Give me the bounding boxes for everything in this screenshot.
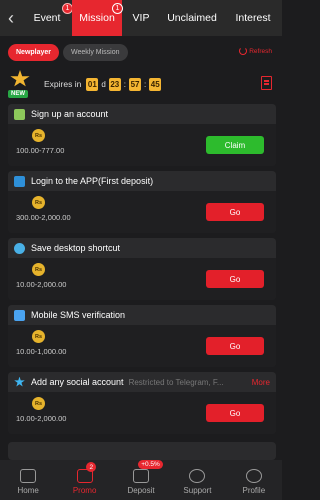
- mission-reward: 300.00-2,000.00: [16, 213, 71, 222]
- go-button[interactable]: Go: [206, 337, 264, 355]
- nav-deposit[interactable]: +0.5% Deposit: [113, 460, 169, 500]
- mission-subtitle: Restricted to Telegram, F...: [128, 377, 224, 387]
- mission-reward: 10.00-1,000.00: [16, 347, 67, 356]
- refresh-button[interactable]: Refresh: [239, 47, 272, 55]
- timer-days: 01: [86, 77, 99, 91]
- timer-seconds: 45: [149, 77, 162, 91]
- refresh-icon: [239, 47, 248, 55]
- star-icon: [14, 376, 25, 387]
- document-icon[interactable]: [261, 76, 272, 90]
- timer-minutes: 57: [129, 77, 142, 91]
- mission-card-social-account: Add any social account Restricted to Tel…: [8, 372, 276, 434]
- tab-interest[interactable]: Interest: [224, 0, 282, 36]
- coin-icon: Rs: [32, 129, 45, 142]
- nav-deposit-bonus: +0.5%: [138, 460, 163, 469]
- expiry-bar: NEW Expires in 01 d 23 : 57 : 45: [6, 70, 274, 98]
- top-nav: ‹ Event 1 Mission 1 VIP Unclaimed Intere…: [0, 0, 282, 36]
- mission-reward: 10.00-2,000.00: [16, 414, 67, 423]
- bottom-nav: Home 2 Promo +0.5% Deposit Support Profi…: [0, 460, 282, 500]
- sub-tabs: Newplayer Weekly Mission: [8, 44, 128, 61]
- tab-label: Mission: [79, 12, 115, 24]
- timer-separator: :: [144, 79, 147, 89]
- tab-label: Interest: [235, 12, 271, 24]
- nav-badge: 2: [86, 462, 97, 472]
- tab-label: VIP: [132, 12, 150, 24]
- timer-day-unit: d: [101, 79, 106, 89]
- mission-title: Mobile SMS verification: [31, 310, 126, 320]
- mission-title: Sign up an account: [31, 109, 109, 119]
- mission-card-partial: [8, 442, 276, 460]
- back-arrow-icon[interactable]: ‹: [0, 0, 22, 36]
- timer-separator: :: [123, 79, 127, 89]
- signup-icon: [14, 108, 25, 120]
- coin-icon: Rs: [32, 263, 45, 276]
- new-badge-icon: NEW: [6, 70, 36, 98]
- user-icon: [245, 469, 262, 483]
- tab-bar: Event 1 Mission 1 VIP Unclaimed Interest: [22, 0, 282, 36]
- tab-vip[interactable]: VIP: [122, 0, 160, 36]
- coin-icon: Rs: [32, 397, 45, 410]
- tab-label: Event: [33, 12, 61, 24]
- globe-icon: [14, 242, 25, 254]
- nav-profile[interactable]: Profile: [226, 460, 282, 500]
- home-icon: [20, 469, 37, 483]
- claim-button[interactable]: Claim: [206, 136, 264, 154]
- more-link[interactable]: More: [252, 378, 270, 387]
- new-badge-label: NEW: [8, 90, 28, 98]
- subtab-weekly-mission[interactable]: Weekly Mission: [63, 44, 128, 61]
- go-button[interactable]: Go: [206, 203, 264, 221]
- mission-card-signup: Sign up an account Rs 100.00-777.00 Clai…: [8, 104, 276, 166]
- mission-title: Save desktop shortcut: [31, 243, 121, 253]
- mission-reward: 10.00-2,000.00: [16, 280, 67, 289]
- tab-mission[interactable]: Mission 1: [72, 0, 123, 36]
- tab-label: Unclaimed: [167, 12, 217, 24]
- timer-hours: 23: [108, 77, 121, 91]
- nav-label: Deposit: [127, 486, 155, 495]
- mission-card-desktop-shortcut: Save desktop shortcut Rs 10.00-2,000.00 …: [8, 238, 276, 300]
- coin-icon: Rs: [32, 330, 45, 343]
- subtab-newplayer[interactable]: Newplayer: [8, 44, 60, 61]
- mission-card-login-app: Login to the APP(First deposit) Rs 300.0…: [8, 171, 276, 233]
- mission-card-sms-verification: Mobile SMS verification Rs 10.00-1,000.0…: [8, 305, 276, 367]
- tab-unclaimed[interactable]: Unclaimed: [160, 0, 224, 36]
- headset-icon: [189, 469, 206, 483]
- nav-label: Home: [17, 486, 39, 495]
- nav-home[interactable]: Home: [0, 460, 56, 500]
- nav-label: Support: [183, 486, 212, 495]
- go-button[interactable]: Go: [206, 270, 264, 288]
- mission-reward: 100.00-777.00: [16, 146, 65, 155]
- coin-icon: Rs: [32, 196, 45, 209]
- nav-label: Profile: [242, 486, 266, 495]
- nav-label: Promo: [72, 486, 97, 495]
- expires-label: Expires in: [44, 79, 82, 89]
- nav-promo[interactable]: 2 Promo: [56, 460, 112, 500]
- mission-title: Add any social account: [31, 377, 124, 387]
- go-button[interactable]: Go: [206, 404, 264, 422]
- app-login-icon: [14, 175, 25, 187]
- nav-support[interactable]: Support: [169, 460, 225, 500]
- phone-icon: [14, 309, 25, 321]
- tab-event[interactable]: Event 1: [22, 0, 73, 36]
- mission-title: Login to the APP(First deposit): [31, 176, 154, 186]
- refresh-label: Refresh: [249, 47, 272, 55]
- wallet-icon: [133, 469, 150, 483]
